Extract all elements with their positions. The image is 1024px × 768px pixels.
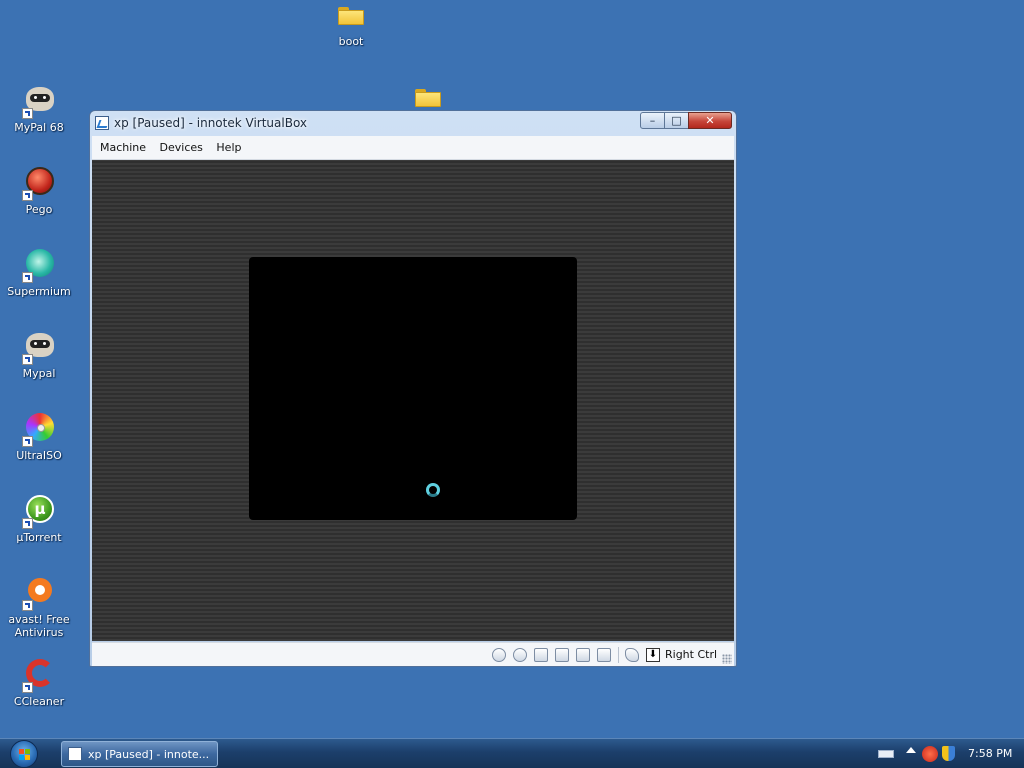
desktop-icon-label: µTorrent — [16, 531, 62, 544]
taskbar-button-label: xp [Paused] - innote... — [88, 748, 210, 761]
vm-screen[interactable] — [249, 257, 577, 520]
desktop-icon-label: Supermium — [7, 285, 71, 298]
loading-spinner-icon — [426, 483, 440, 497]
desktop-icon-supermium[interactable]: Supermium — [0, 249, 81, 298]
show-hidden-icons-icon[interactable] — [906, 747, 916, 753]
status-separator — [618, 647, 619, 663]
tray-app-icon[interactable] — [922, 746, 938, 762]
desktop-icon-ccleaner[interactable]: CCleaner — [0, 659, 81, 708]
folder-icon — [338, 5, 364, 27]
menu-devices[interactable]: Devices — [155, 136, 208, 159]
maximize-button[interactable]: □ — [664, 112, 689, 129]
ccleaner-icon — [22, 659, 56, 693]
network-icon[interactable] — [555, 648, 569, 662]
folder-icon — [415, 87, 441, 109]
keyboard-icon[interactable] — [878, 750, 894, 758]
mouse-integration-icon[interactable] — [625, 648, 639, 662]
virtualbox-icon — [95, 116, 109, 130]
close-button[interactable]: ✕ — [688, 112, 732, 129]
disc-icon — [22, 413, 56, 447]
avast-icon — [22, 577, 56, 611]
resize-grip[interactable] — [722, 654, 732, 664]
shared-folder-icon[interactable] — [597, 648, 611, 662]
taskbar: xp [Paused] - innote... 7:58 PM — [0, 738, 1024, 768]
desktop-icon-pego[interactable]: Pego — [0, 167, 81, 216]
raccoon-icon — [22, 85, 56, 119]
host-key-icon: ⬇ — [646, 648, 660, 662]
utorrent-icon: µ — [22, 495, 56, 529]
desktop-icon-label: boot — [338, 35, 364, 48]
desktop-icon-label: Pego — [25, 203, 53, 216]
clock[interactable]: 7:58 PM — [968, 747, 1012, 760]
desktop-icon-label: MyPal 68 — [14, 121, 64, 134]
minimize-button[interactable]: – — [640, 112, 665, 129]
desktop-icon-label: avast! Free Antivirus — [8, 613, 70, 639]
menu-bar: Machine Devices Help — [92, 136, 734, 160]
hard-disk-icon[interactable] — [492, 648, 506, 662]
host-key-label: Right Ctrl — [665, 648, 718, 661]
taskbar-button-virtualbox[interactable]: xp [Paused] - innote... — [61, 741, 218, 767]
desktop-icon-label: CCleaner — [13, 695, 65, 708]
red-ball-icon — [22, 167, 56, 201]
desktop-icon-label: UltraISO — [16, 449, 62, 462]
cd-icon[interactable] — [513, 648, 527, 662]
virtualbox-window[interactable]: xp [Paused] - innotek VirtualBox – □ ✕ M… — [89, 110, 737, 667]
desktop-icon-label: Mypal — [22, 367, 56, 380]
virtualbox-icon — [68, 747, 82, 761]
raccoon-icon — [22, 331, 56, 365]
desktop-icon-mypal68[interactable]: MyPal 68 — [0, 85, 81, 134]
window-title: xp [Paused] - innotek VirtualBox — [114, 116, 308, 130]
desktop-folder-2[interactable] — [386, 87, 470, 109]
menu-machine[interactable]: Machine — [95, 136, 151, 159]
desktop-icon-mypal[interactable]: Mypal — [0, 331, 81, 380]
status-bar: ⬇ Right Ctrl — [92, 642, 734, 666]
start-button[interactable] — [10, 740, 38, 768]
vm-display-area[interactable] — [92, 160, 734, 641]
desktop-icon-avast[interactable]: avast! Free Antivirus — [0, 577, 81, 639]
usb-icon[interactable] — [576, 648, 590, 662]
supermium-icon — [22, 249, 56, 283]
floppy-icon[interactable] — [534, 648, 548, 662]
menu-help[interactable]: Help — [211, 136, 246, 159]
desktop-icon-ultraiso[interactable]: UltraISO — [0, 413, 81, 462]
desktop-icon-utorrent[interactable]: µ µTorrent — [0, 495, 81, 544]
desktop-folder-boot[interactable]: boot — [309, 5, 393, 48]
shield-icon[interactable] — [942, 746, 955, 761]
title-bar[interactable]: xp [Paused] - innotek VirtualBox – □ ✕ — [90, 111, 736, 135]
